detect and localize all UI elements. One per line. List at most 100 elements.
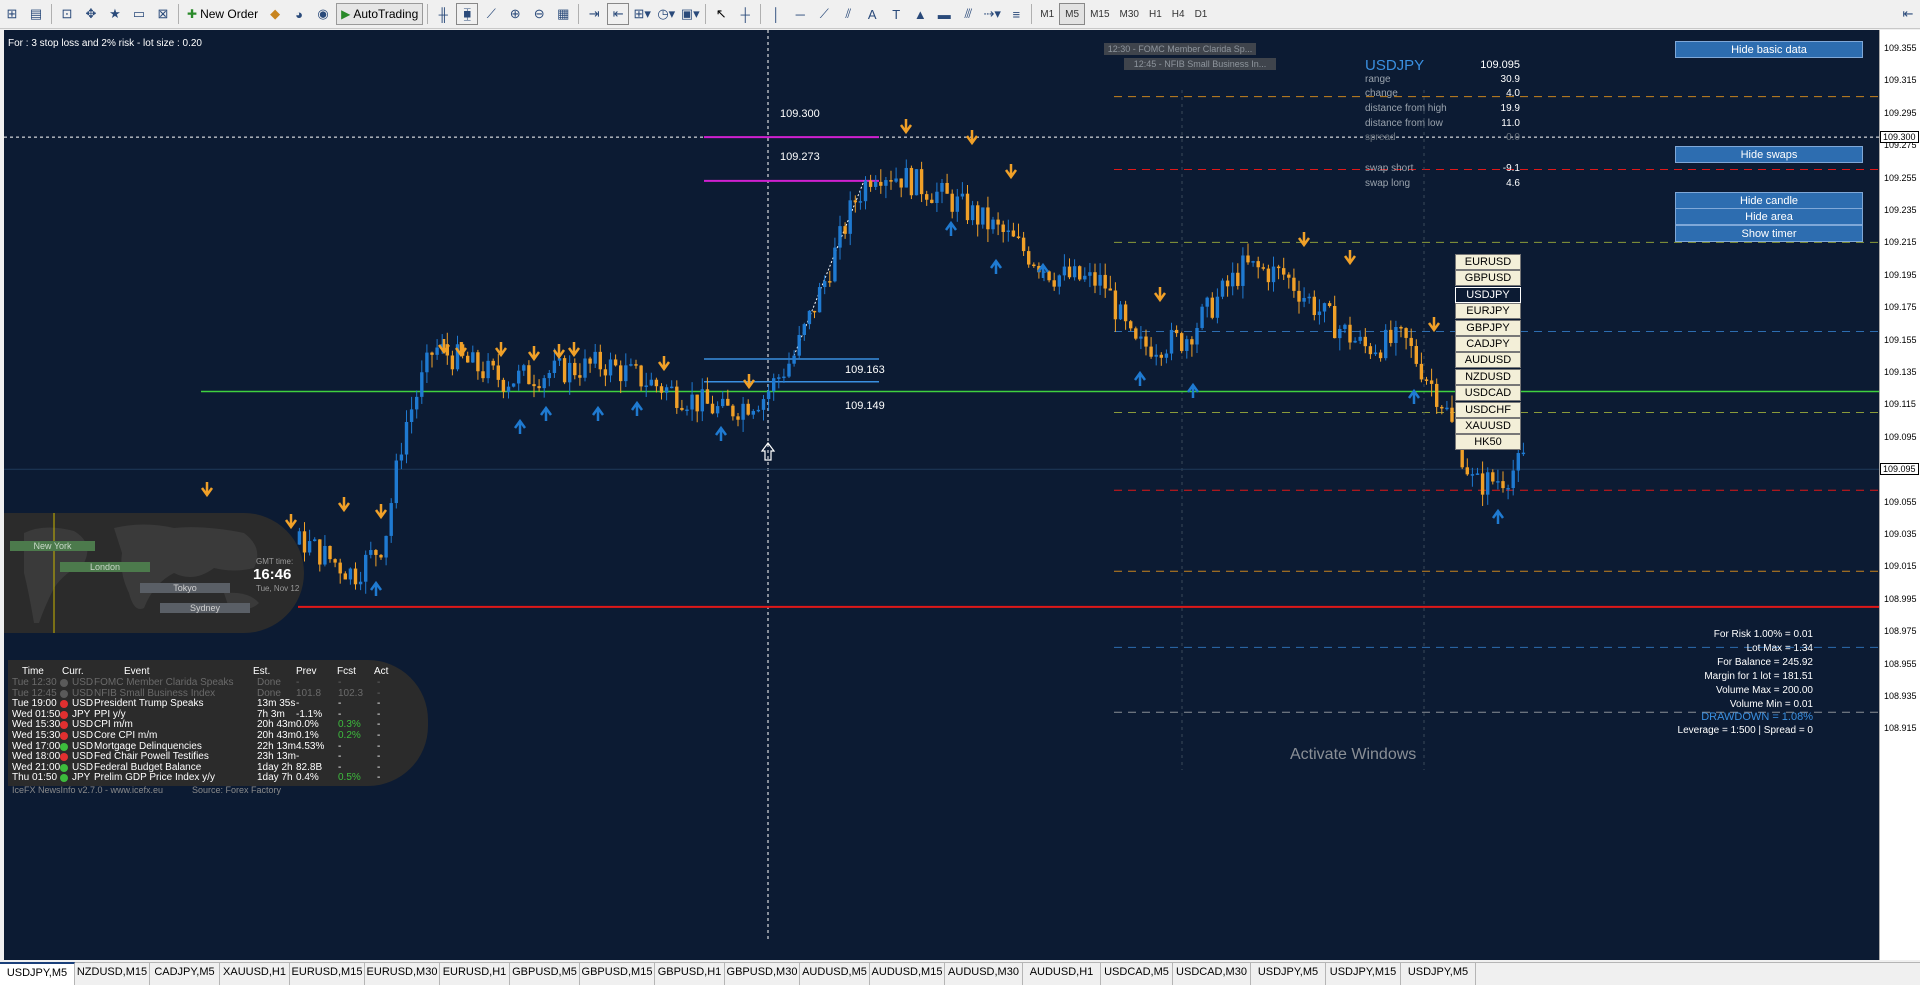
candle-body (1358, 336, 1362, 341)
arrow-shape-icon[interactable]: ▲ (909, 3, 931, 25)
timeframe-m30[interactable]: M30 (1115, 4, 1144, 24)
trendline-icon[interactable]: ⟋ (813, 3, 835, 25)
news-bar-nfib[interactable]: 12:45 - NFIB Small Business In... (1124, 58, 1276, 70)
symbol-button-hk50[interactable]: HK50 (1455, 434, 1521, 451)
objects-list-icon[interactable]: ≡ (1005, 3, 1027, 25)
chart-tab[interactable]: AUDUSD,H1 (1023, 963, 1101, 985)
symbol-button-gbpjpy[interactable]: GBPJPY (1455, 319, 1521, 336)
market-watch-icon[interactable]: ⊡ (56, 3, 78, 25)
text-icon[interactable]: A (861, 3, 883, 25)
rectangle-icon[interactable]: ▬ (933, 3, 955, 25)
hide-candle-button[interactable]: Hide candle (1675, 192, 1863, 209)
symbol-button-cadjpy[interactable]: CADJPY (1455, 336, 1521, 352)
chart-tab[interactable]: GBPUSD,H1 (655, 963, 725, 985)
news-cell-est: 22h 13m (257, 740, 296, 752)
chart-tab[interactable]: AUDUSD,M30 (945, 963, 1023, 985)
symbol-button-usdcad[interactable]: USDCAD (1455, 385, 1521, 402)
chart-tab[interactable]: NZDUSD,M15 (75, 963, 150, 985)
chart-tab[interactable]: XAUUSD,H1 (220, 963, 290, 985)
impact-dot-icon (60, 774, 68, 783)
chart-tab[interactable]: CADJPY,M5 (150, 963, 220, 985)
collapse-ribbon-icon[interactable]: ⇤ (1897, 3, 1919, 25)
symbol-button-xauusd[interactable]: XAUUSD (1455, 418, 1521, 434)
price-tick: 109.115 (1884, 399, 1916, 410)
horizontal-line-icon[interactable]: ─ (789, 3, 811, 25)
timeframe-d1[interactable]: D1 (1190, 4, 1213, 24)
zoom-out-icon[interactable]: ⊖ (528, 3, 550, 25)
news-cell-est: 13m 35s (257, 698, 296, 710)
price-axis[interactable]: 109.355 109.315 109.295 109.275 109.255 109.2… (1879, 30, 1920, 960)
info-spread-value: 0.0 (1506, 132, 1520, 143)
auto-scroll-icon[interactable]: ⇥ (583, 3, 605, 25)
chart-tab[interactable]: GBPUSD,M15 (580, 963, 655, 985)
zoom-in-icon[interactable]: ⊕ (504, 3, 526, 25)
candle-body (624, 365, 628, 382)
hide-basic-data-button[interactable]: Hide basic data (1675, 41, 1863, 58)
news-bar-clarida[interactable]: 12:30 - FOMC Member Clarida Sp... (1104, 43, 1256, 55)
hide-area-button[interactable]: Hide area (1675, 208, 1863, 225)
timeframe-m1[interactable]: M1 (1035, 4, 1059, 24)
symbol-button-audusd[interactable]: AUDUSD (1455, 352, 1521, 369)
chart-tab[interactable]: GBPUSD,M5 (510, 963, 580, 985)
news-row[interactable]: Thu 01:50 JPY Prelim GDP Price Index y/y 1d… (12, 772, 412, 785)
tile-windows-icon[interactable]: ▦ (552, 3, 574, 25)
news-footer: IceFX NewsInfo v2.7.0 - www.icefx.eu Sou… (12, 785, 412, 798)
timeframe-m15[interactable]: M15 (1085, 4, 1114, 24)
chart-tab[interactable]: EURUSD,H1 (440, 963, 510, 985)
signals-icon[interactable]: ◕ (288, 3, 310, 25)
chart-shift-icon[interactable]: ⇤ (607, 3, 630, 25)
navigator-icon[interactable]: ★ (104, 3, 126, 25)
chart-tab[interactable]: EURUSD,M15 (290, 963, 365, 985)
timeframe-m5[interactable]: M5 (1059, 3, 1086, 25)
market-icon[interactable]: ◉ (312, 3, 334, 25)
candle-body (619, 365, 623, 382)
timeframe-h1[interactable]: H1 (1144, 4, 1167, 24)
chart-tab[interactable]: USDJPY,M5 (1251, 963, 1326, 985)
autotrading-button[interactable]: ▶ AutoTrading (336, 3, 424, 25)
data-window-icon[interactable]: ✥ (80, 3, 102, 25)
sell-signal-arrow (552, 344, 566, 360)
crosshair-icon[interactable]: ┼ (734, 3, 756, 25)
vertical-line-icon[interactable]: │ (765, 3, 787, 25)
profiles-icon[interactable]: ▤ (25, 3, 47, 25)
show-timer-button[interactable]: Show timer (1675, 225, 1863, 242)
line-chart-icon[interactable]: ⟋ (480, 3, 502, 25)
chart-tab[interactable]: USDCAD,M5 (1101, 963, 1173, 985)
hide-swaps-button[interactable]: Hide swaps (1675, 146, 1863, 163)
bar-chart-icon[interactable]: ╫ (432, 3, 454, 25)
news-header-fcst: Fcst (337, 666, 356, 677)
strategy-tester-icon[interactable]: ⊠ (152, 3, 174, 25)
periods-icon[interactable]: ◷▾ (655, 3, 677, 25)
symbol-button-eurjpy[interactable]: EURJPY (1455, 303, 1521, 320)
indicators-icon[interactable]: ⊞▾ (631, 3, 653, 25)
terminal-icon[interactable]: ▭ (128, 3, 150, 25)
chart-area[interactable]: For : 3 stop loss and 2% risk - lot size… (4, 30, 1879, 960)
more-objects-icon[interactable]: ⇢▾ (981, 3, 1003, 25)
symbol-button-gbpusd[interactable]: GBPUSD (1455, 270, 1521, 287)
metaeditor-icon[interactable]: ◆ (264, 3, 286, 25)
text-label-icon[interactable]: T (885, 3, 907, 25)
candle-body (394, 460, 398, 504)
chart-tab[interactable]: EURUSD,M30 (365, 963, 440, 985)
timeframe-h4[interactable]: H4 (1167, 4, 1190, 24)
chart-tab[interactable]: USDJPY,M5 (1401, 963, 1476, 985)
symbol-button-usdjpy[interactable]: USDJPY (1455, 286, 1521, 303)
chart-tab[interactable]: AUDUSD,M15 (870, 963, 945, 985)
chart-tab[interactable]: USDJPY,M15 (1326, 963, 1401, 985)
session-london: London (60, 562, 150, 572)
fibonacci-icon[interactable]: ⫻ (957, 3, 979, 25)
symbol-button-nzdusd[interactable]: NZDUSD (1455, 368, 1521, 385)
chart-tab[interactable]: GBPUSD,M30 (725, 963, 800, 985)
new-order-button[interactable]: ✚ New Order (183, 3, 262, 25)
sell-signal-arrow (1297, 232, 1311, 248)
chart-tab[interactable]: AUDUSD,M5 (800, 963, 870, 985)
chart-tab[interactable]: USDJPY,M5 (0, 962, 75, 985)
equidistant-channel-icon[interactable]: ⫽ (837, 3, 859, 25)
cursor-icon[interactable]: ↖ (710, 3, 732, 25)
chart-tab[interactable]: USDCAD,M30 (1173, 963, 1251, 985)
templates-icon[interactable]: ▣▾ (679, 3, 701, 25)
new-chart-icon[interactable]: ⊞ (1, 3, 23, 25)
symbol-button-eurusd[interactable]: EURUSD (1455, 254, 1521, 270)
symbol-button-usdchf[interactable]: USDCHF (1455, 401, 1521, 418)
candlestick-icon[interactable]: ⧯ (456, 3, 479, 25)
